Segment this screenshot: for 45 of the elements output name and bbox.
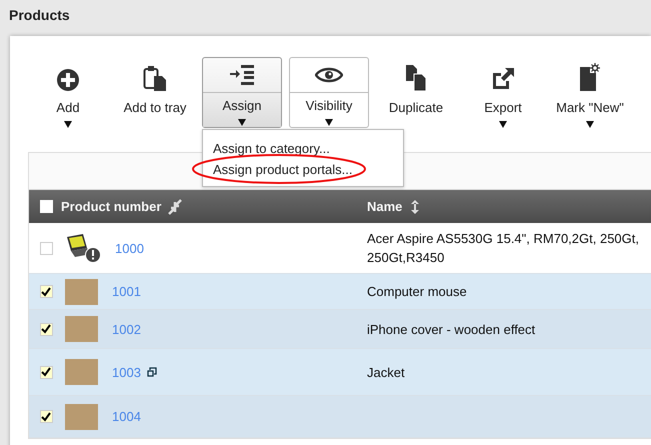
photo-placeholder	[65, 359, 98, 385]
column-header[interactable]: Product number	[61, 199, 162, 214]
row-checkbox[interactable]	[40, 410, 52, 423]
table-row[interactable]: 1001 Computer mouse	[29, 274, 651, 310]
variants-icon	[146, 367, 157, 377]
caret-icon	[325, 119, 333, 126]
caret-icon	[499, 121, 507, 128]
toolbar-button[interactable]: Mark "New"	[550, 57, 630, 128]
product-name: iPhone cover - wooden effect	[367, 322, 536, 336]
page-title: Products	[8, 6, 71, 25]
caret-icon	[586, 121, 594, 128]
row-checkbox[interactable]	[40, 322, 52, 336]
menu-item[interactable]: Assign to category...	[203, 138, 340, 159]
table-row[interactable]: 1002 iPhone cover - wooden effect	[29, 310, 651, 349]
product-name: 250Gt,R3450	[367, 250, 446, 265]
laptop-warning-icon	[65, 233, 101, 263]
toolbar-button[interactable]: Add to tray	[115, 57, 195, 128]
toolbar-button[interactable]: Add	[28, 57, 108, 128]
toolbar-button[interactable]: Assign	[202, 57, 282, 128]
export-icon	[491, 67, 515, 91]
product-name: Computer mouse	[367, 284, 468, 299]
photo-placeholder	[65, 278, 98, 304]
menu-item[interactable]: Assign product portals...	[203, 159, 362, 180]
photo-placeholder	[65, 404, 98, 430]
clipboard-icon	[143, 65, 167, 91]
sort-icon[interactable]	[167, 198, 184, 214]
select-all-checkbox[interactable]	[40, 200, 52, 213]
product-name: Acer Aspire AS5530G 15.4", RM70,2Gt, 250Gt,	[367, 231, 640, 246]
product-link[interactable]: 1000	[115, 240, 144, 256]
caret-icon	[64, 121, 72, 128]
new-document-icon	[579, 63, 601, 91]
product-name: Jacket	[367, 364, 406, 380]
column-header[interactable]: Name	[367, 199, 402, 214]
row-checkbox[interactable]	[40, 285, 52, 298]
indent-list-icon	[230, 65, 254, 85]
eye-icon	[315, 67, 343, 83]
row-checkbox[interactable]	[40, 366, 52, 378]
sort-icon[interactable]	[410, 198, 420, 214]
table-row[interactable]: 1003 Jacket	[29, 349, 651, 396]
toolbar-button[interactable]: Duplicate	[376, 57, 456, 128]
photo-placeholder	[65, 316, 98, 342]
plus-circle-icon	[57, 69, 79, 91]
documents-icon	[405, 65, 427, 91]
toolbar-button[interactable]: Visibility	[289, 57, 369, 128]
toolbar-button[interactable]: Export	[463, 57, 543, 128]
